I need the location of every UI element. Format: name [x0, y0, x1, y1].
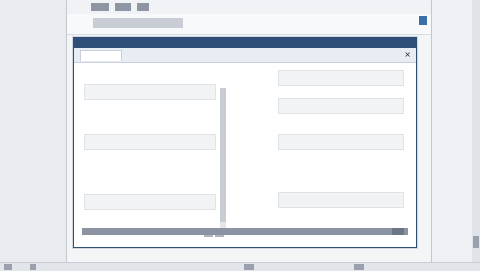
tab-1[interactable]: [80, 50, 122, 61]
page-scroll-thumb[interactable]: [473, 236, 479, 248]
left-field-1[interactable]: [84, 84, 216, 100]
taskbar-item[interactable]: [4, 264, 12, 270]
browser-tabstrip: [67, 0, 431, 15]
page-scrollbar[interactable]: [472, 0, 480, 262]
tab-3[interactable]: [156, 50, 190, 60]
right-panel: [238, 68, 408, 228]
right-label-1: [240, 78, 260, 92]
left-field-3[interactable]: [84, 194, 216, 210]
taskbar-item[interactable]: [354, 264, 364, 270]
dialog-footer-bar: [82, 228, 408, 235]
right-label-3: [278, 176, 338, 190]
toolbar-button-icon[interactable]: [419, 16, 427, 25]
right-field-2[interactable]: [278, 98, 404, 114]
browser-toolbar: [67, 14, 431, 35]
right-label-2: [278, 118, 338, 132]
right-field-4[interactable]: [278, 192, 404, 208]
left-scroll-thumb[interactable]: [220, 88, 226, 222]
right-field-1[interactable]: [278, 70, 404, 86]
dialog-tabs: ×: [74, 48, 416, 63]
left-field-2[interactable]: [84, 134, 216, 150]
address-bar[interactable]: [93, 18, 183, 28]
right-field-3[interactable]: [278, 134, 404, 150]
browser-tab[interactable]: [91, 3, 109, 11]
taskbar-item[interactable]: [30, 264, 36, 270]
browser-tab[interactable]: [137, 3, 149, 11]
left-label-1: [84, 70, 144, 84]
browser-tab[interactable]: [115, 3, 131, 11]
footer-end-cap: [392, 228, 404, 235]
close-icon[interactable]: ×: [404, 50, 411, 60]
dialog-titlebar: [74, 38, 416, 48]
modal-dialog: ×: [73, 37, 417, 248]
tab-2[interactable]: [122, 50, 156, 60]
left-panel: [82, 68, 222, 228]
left-label-2: [84, 118, 144, 132]
left-scrollbar[interactable]: [220, 88, 226, 234]
taskbar-item[interactable]: [244, 264, 254, 270]
left-label-3: [84, 178, 144, 192]
